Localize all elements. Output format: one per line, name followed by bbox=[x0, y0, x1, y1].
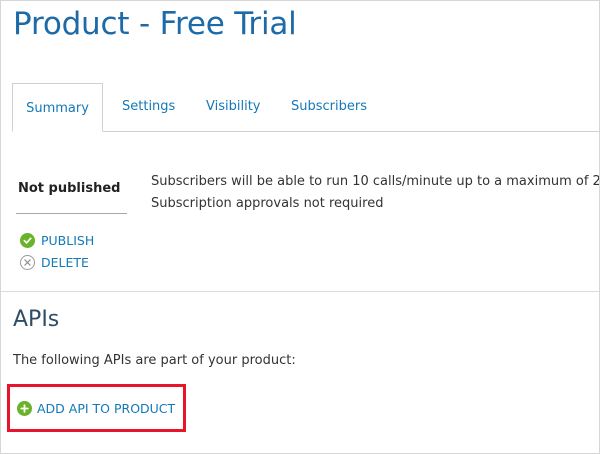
plus-circle-icon bbox=[17, 401, 32, 416]
x-circle-icon bbox=[20, 255, 35, 270]
product-page: Product - Free Trial Summary Settings Vi… bbox=[0, 0, 600, 454]
add-api-to-product-button[interactable]: ADD API TO PRODUCT bbox=[17, 401, 175, 416]
tab-summary[interactable]: Summary bbox=[12, 83, 103, 132]
status-divider bbox=[16, 213, 127, 214]
tab-visibility[interactable]: Visibility bbox=[206, 83, 260, 131]
product-description: Subscribers will be able to run 10 calls… bbox=[151, 171, 600, 215]
add-api-label: ADD API TO PRODUCT bbox=[37, 401, 176, 416]
section-divider bbox=[1, 291, 599, 292]
tab-subscribers[interactable]: Subscribers bbox=[291, 83, 367, 131]
publish-status: Not published bbox=[18, 181, 121, 196]
publish-button[interactable]: PUBLISH bbox=[20, 233, 94, 248]
tab-bar: Summary Settings Visibility Subscribers bbox=[12, 83, 599, 132]
apis-heading: APIs bbox=[13, 307, 60, 332]
rate-limit-text: Subscribers will be able to run 10 calls… bbox=[151, 174, 600, 189]
tab-settings[interactable]: Settings bbox=[122, 83, 175, 131]
publish-label: PUBLISH bbox=[41, 233, 95, 248]
approval-text: Subscription approvals not required bbox=[151, 196, 384, 211]
delete-button[interactable]: DELETE bbox=[20, 255, 89, 270]
apis-description: The following APIs are part of your prod… bbox=[13, 353, 296, 368]
page-title: Product - Free Trial bbox=[13, 6, 297, 42]
check-circle-icon bbox=[20, 233, 35, 248]
delete-label: DELETE bbox=[41, 255, 89, 270]
